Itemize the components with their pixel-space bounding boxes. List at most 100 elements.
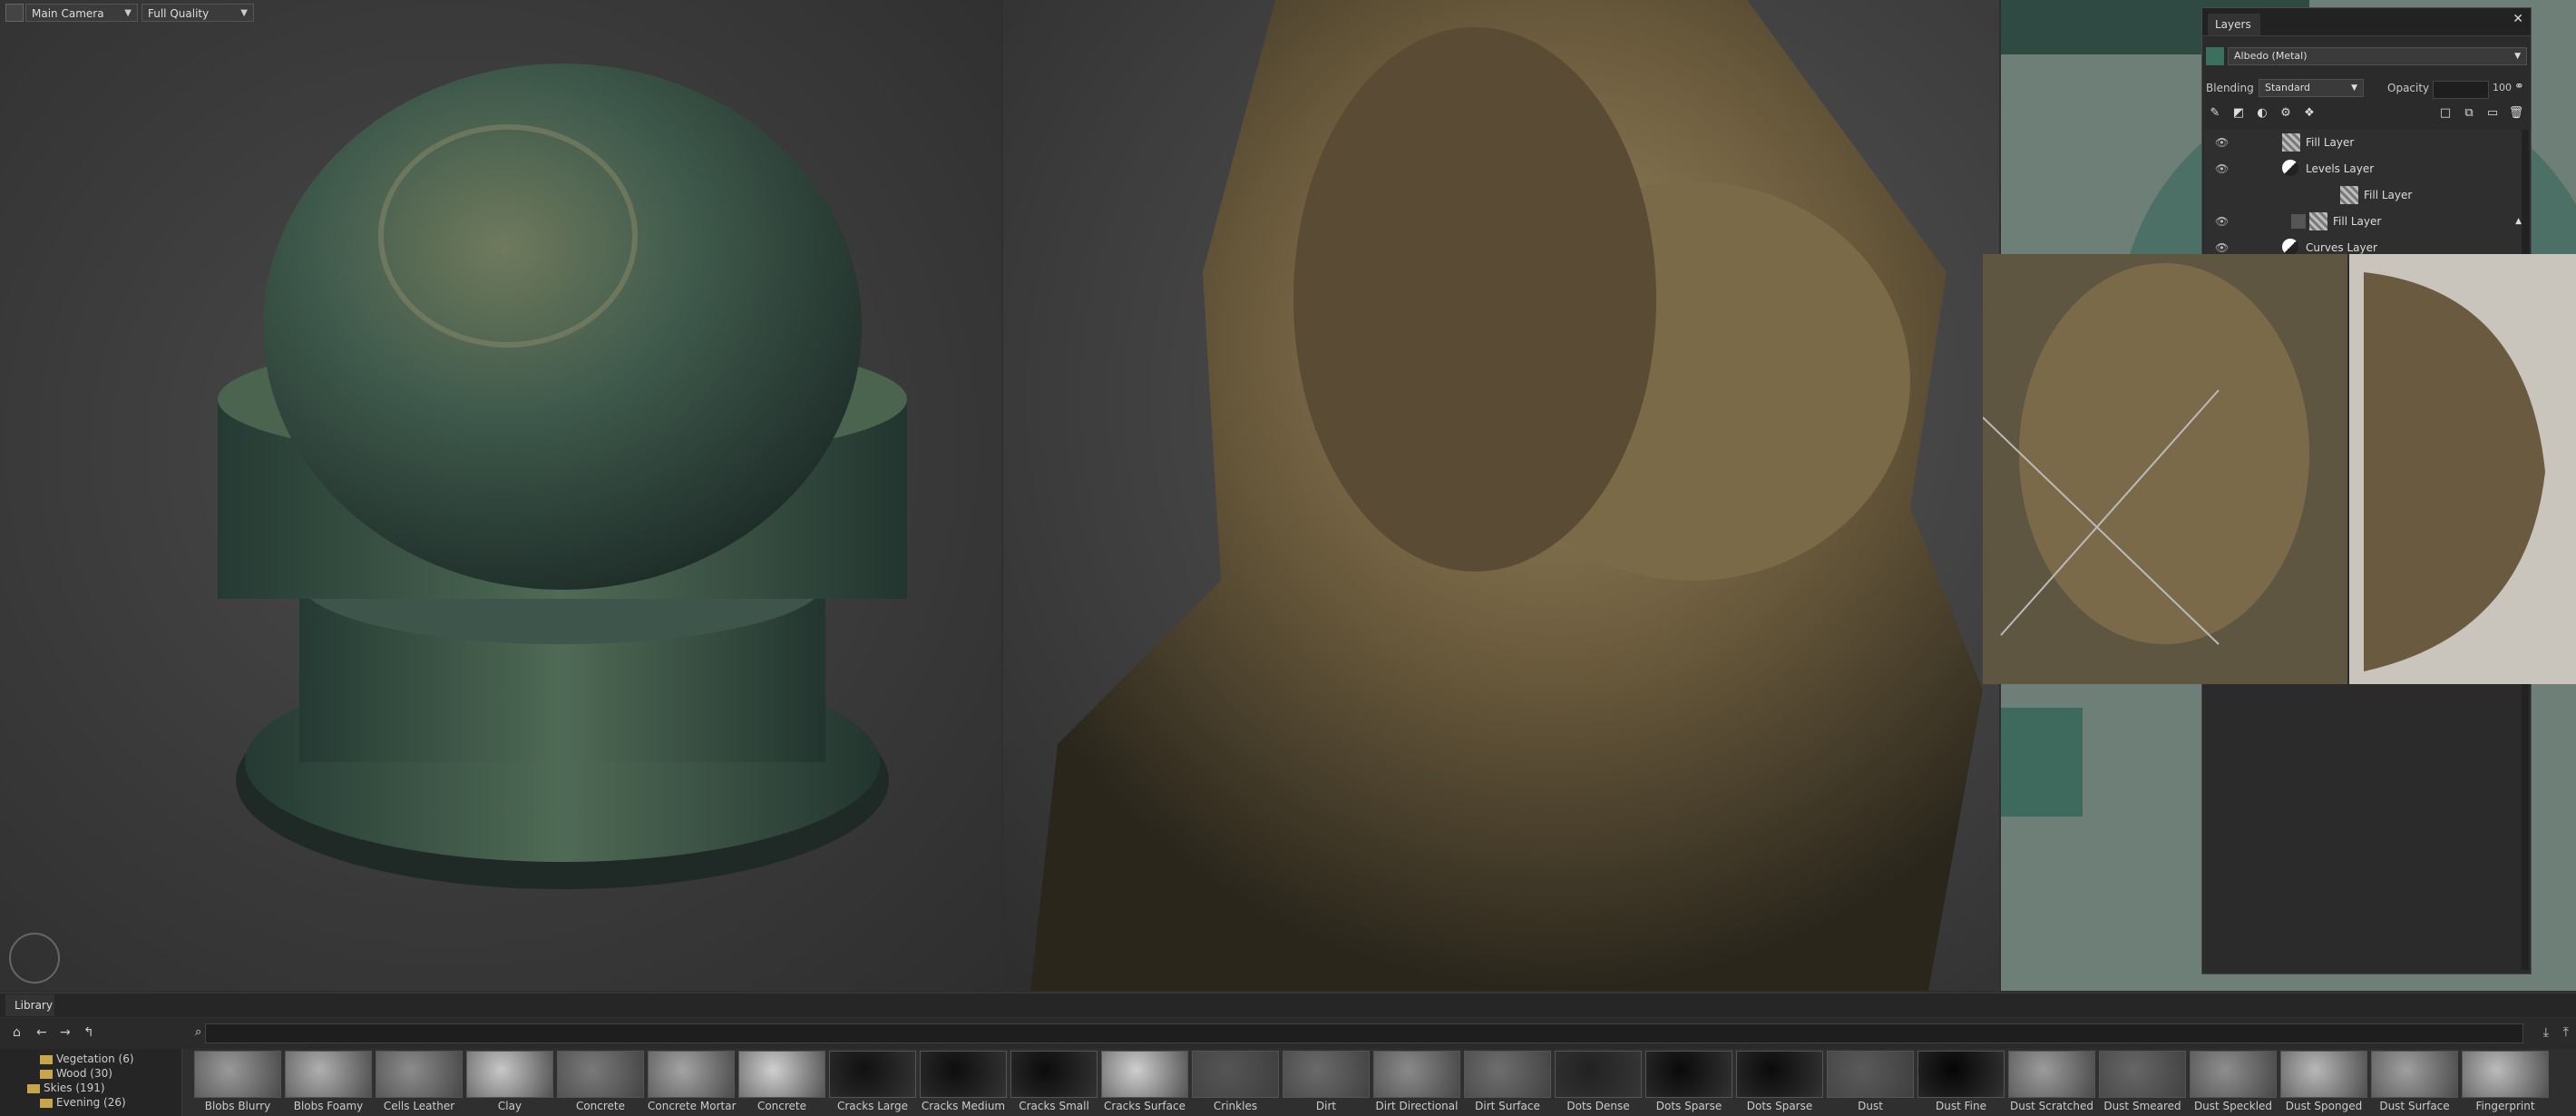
library-item[interactable]: Crinkles [1192, 1051, 1279, 1116]
blending-select[interactable]: Standard ▼ [2259, 79, 2364, 97]
up-arrow-icon[interactable]: ↰ [83, 1025, 94, 1040]
mask-thumb-icon [2291, 214, 2306, 229]
blending-select-value: Standard [2265, 82, 2311, 93]
library-item[interactable]: Concrete [738, 1051, 825, 1116]
library-item-thumbnail [2190, 1051, 2277, 1098]
tree-item[interactable]: Evening (26) [40, 1096, 126, 1109]
import-icon[interactable]: ⤓ [2543, 1025, 2549, 1040]
library-item[interactable]: Cracks Small [1010, 1051, 1098, 1116]
library-item[interactable]: Dust [1827, 1051, 1914, 1116]
library-item[interactable]: Cracks Large [829, 1051, 916, 1116]
opacity-slider[interactable] [2433, 81, 2489, 99]
back-arrow-icon[interactable]: ← [36, 1025, 47, 1040]
close-icon[interactable]: ✕ [2513, 12, 2523, 26]
library-item[interactable]: Clay [466, 1051, 553, 1116]
chevron-down-icon: ▼ [2514, 52, 2521, 61]
library-item[interactable]: Dots Sparse [1645, 1051, 1732, 1116]
viewport-center[interactable] [1003, 0, 1999, 991]
library-item-label: Dirt Surface [1475, 1100, 1540, 1112]
tree-item-label: Wood (30) [56, 1067, 112, 1080]
fill-thumb-icon [2282, 133, 2300, 152]
library-search-input[interactable]: ⌕ [195, 1023, 2523, 1043]
layer-row[interactable]: 👁 Fill Layer ▲ [2204, 209, 2529, 236]
library-item-thumbnail [376, 1051, 463, 1098]
folder-icon[interactable]: ▭ [2483, 104, 2502, 122]
channel-select[interactable]: Albedo (Metal) ▼ [2228, 47, 2527, 65]
library-item[interactable]: Dots Sparse [1736, 1051, 1823, 1116]
library-item-label: Cells Leather [383, 1100, 455, 1112]
link-icon[interactable]: ⚭ [2514, 80, 2524, 93]
library-item-label: Cracks Medium [921, 1100, 1006, 1112]
library-item-thumbnail [1645, 1051, 1732, 1098]
trash-icon[interactable]: 🗑 [2507, 104, 2525, 122]
library-item[interactable]: Dirt Directional [1373, 1051, 1460, 1116]
library-item-label: Dust Scratched [2009, 1100, 2094, 1112]
library-item-thumbnail [1736, 1051, 1823, 1098]
paint-brush-icon[interactable]: ✎ [2206, 104, 2224, 122]
library-item[interactable]: Dust Fine [1917, 1051, 2005, 1116]
library-item[interactable]: Dust Smeared [2099, 1051, 2186, 1116]
tab-library[interactable]: Library [5, 994, 54, 1016]
eye-icon[interactable]: 👁 [2215, 130, 2229, 156]
procedural-icon[interactable]: ❖ [2300, 104, 2318, 122]
chevron-up-icon[interactable]: ▲ [2515, 209, 2522, 235]
library-item-label: Concrete Mortar [648, 1100, 737, 1112]
layer-row[interactable]: 👁 Levels Layer [2204, 156, 2529, 183]
library-item[interactable]: Fingerprint [2462, 1051, 2549, 1116]
library-item-label: Dots Sparse [1746, 1100, 1813, 1112]
library-item[interactable]: Blobs Blurry [194, 1051, 281, 1116]
library-item-thumbnail [557, 1051, 644, 1098]
tree-item-label: Skies (191) [44, 1082, 105, 1094]
tree-item[interactable]: Vegetation (6) [40, 1052, 134, 1065]
library-item-thumbnail [1917, 1051, 2005, 1098]
library-item-label: Dirt Directional [1375, 1100, 1459, 1112]
eye-icon[interactable]: 👁 [2215, 209, 2229, 235]
adjustment-icon[interactable]: ◐ [2253, 104, 2271, 122]
folder-icon [27, 1083, 40, 1093]
mask-icon[interactable]: □ [2436, 104, 2454, 122]
library-item-thumbnail [648, 1051, 735, 1098]
filter-icon[interactable]: ⚙ [2277, 104, 2295, 122]
library-item[interactable]: Dust Sponged [2280, 1051, 2367, 1116]
library-thumbnails: Blobs Blurry Blobs Foamy Cells Leather Clay… [194, 1051, 2576, 1116]
viewport-left[interactable]: Main Camera ▼ Full Quality ▼ [0, 0, 1001, 991]
library-item[interactable]: Concrete Mortar [648, 1051, 737, 1116]
layer-row[interactable]: Fill Layer [2204, 182, 2529, 210]
library-item-thumbnail [1555, 1051, 1642, 1098]
eye-icon[interactable]: 👁 [2215, 156, 2229, 182]
library-item[interactable]: Cells Leather [376, 1051, 463, 1116]
library-item[interactable]: Cracks Surface [1101, 1051, 1188, 1116]
substance-logo-icon [9, 933, 60, 984]
library-item[interactable]: Dust Surface [2371, 1051, 2458, 1116]
library-item-thumbnail [1373, 1051, 1460, 1098]
library-item[interactable]: Dots Dense [1555, 1051, 1642, 1116]
tree-item[interactable]: Skies (191) [27, 1082, 105, 1094]
tree-item[interactable]: Wood (30) [40, 1067, 112, 1080]
library-item-label: Dust [1858, 1100, 1883, 1112]
tree-item-label: Vegetation (6) [56, 1052, 134, 1065]
layer-row[interactable]: 👁 Fill Layer [2204, 130, 2529, 157]
channel-select-value: Albedo (Metal) [2234, 50, 2308, 62]
library-item[interactable]: Dust Speckled [2190, 1051, 2277, 1116]
library-item[interactable]: Cracks Medium [920, 1051, 1007, 1116]
opacity-value[interactable]: 100 [2493, 82, 2512, 93]
fill-icon[interactable]: ◩ [2230, 104, 2248, 122]
folder-icon [40, 1069, 53, 1079]
tab-layers[interactable]: Layers [2208, 14, 2260, 35]
duplicate-icon[interactable]: ⧉ [2460, 104, 2478, 122]
library-item-label: Dust Sponged [2285, 1100, 2363, 1112]
library-item[interactable]: Blobs Foamy [285, 1051, 372, 1116]
layer-name: Fill Layer [2364, 189, 2413, 201]
home-icon[interactable]: ⌂ [13, 1025, 21, 1040]
library-item-thumbnail [738, 1051, 825, 1098]
forward-arrow-icon[interactable]: → [60, 1025, 71, 1040]
library-item-thumbnail [1827, 1051, 1914, 1098]
library-item-label: Blobs Blurry [204, 1100, 271, 1112]
library-item-label: Cracks Small [1019, 1100, 1089, 1112]
export-icon[interactable]: ⤒ [2563, 1025, 2569, 1040]
library-item[interactable]: Dirt [1283, 1051, 1370, 1116]
library-item[interactable]: Concrete [557, 1051, 644, 1116]
library-item[interactable]: Dust Scratched [2008, 1051, 2095, 1116]
library-item[interactable]: Dirt Surface [1464, 1051, 1551, 1116]
library-item-thumbnail [829, 1051, 916, 1098]
